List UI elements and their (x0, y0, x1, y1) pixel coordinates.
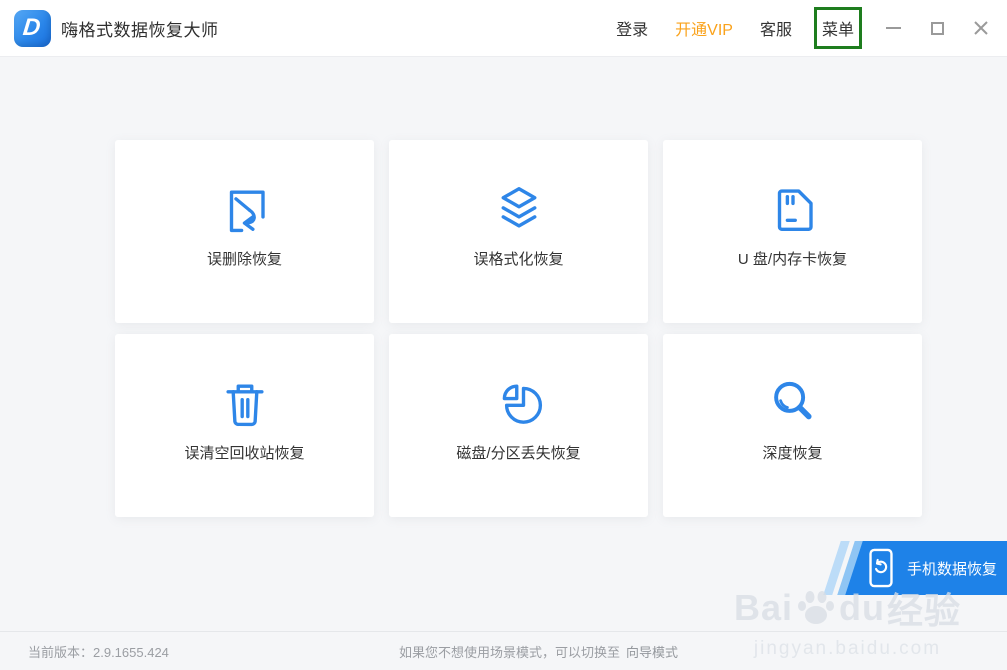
support-link[interactable]: 客服 (760, 16, 792, 40)
card-deep-recovery[interactable]: 深度恢复 (663, 334, 922, 517)
wizard-mode-link[interactable]: 向导模式 (626, 645, 678, 660)
phone-recovery-banner[interactable]: 手机数据恢复 (823, 541, 1007, 595)
maximize-button[interactable] (927, 18, 947, 38)
login-link[interactable]: 登录 (616, 16, 648, 40)
card-label: 误删除恢复 (206, 251, 282, 268)
title-bar: D 嗨格式数据恢复大师 登录 开通VIP 客服 菜单 (0, 0, 1007, 57)
mode-hint: 如果您不想使用场景模式，可以切换至 向导模式 (329, 642, 678, 661)
deep-recovery-icon (773, 381, 812, 420)
card-disk-partition-recovery[interactable]: 磁盘/分区丢失恢复 (389, 334, 648, 517)
vip-link[interactable]: 开通VIP (675, 16, 733, 40)
watermark-text: Bai (733, 587, 793, 628)
app-window: D 嗨格式数据恢复大师 登录 开通VIP 客服 菜单 误删除恢复 误格式化恢复 … (0, 0, 1007, 670)
version-label: 当前版本：2.9.1655.424 (28, 644, 169, 660)
app-logo-icon: D (14, 9, 51, 47)
main-area: 误删除恢复 误格式化恢复 U 盘/内存卡恢复 误清空回收站恢复 磁盘/分区丢失恢… (0, 57, 1007, 659)
card-label: 深度恢复 (762, 445, 823, 462)
card-label: 误格式化恢复 (473, 251, 564, 268)
card-format-recovery[interactable]: 误格式化恢复 (389, 140, 648, 323)
status-bar: 当前版本：2.9.1655.424 如果您不想使用场景模式，可以切换至 向导模式 (0, 631, 1007, 670)
window-controls (883, 18, 991, 38)
format-recovery-icon (501, 187, 536, 228)
card-label: 误清空回收站恢复 (184, 445, 305, 462)
recycle-bin-recovery-icon (225, 384, 264, 427)
close-button[interactable] (971, 18, 991, 38)
card-usb-sdcard-recovery[interactable]: U 盘/内存卡恢复 (663, 140, 922, 323)
phone-recovery-icon (869, 548, 893, 588)
mode-hint-text: 如果您不想使用场景模式，可以切换至 (398, 644, 620, 660)
card-undelete-recovery[interactable]: 误删除恢复 (115, 140, 374, 323)
app-title: 嗨格式数据恢复大师 (61, 20, 219, 40)
card-label: U 盘/内存卡恢复 (737, 251, 848, 268)
header-nav: 登录 开通VIP 客服 菜单 (616, 7, 862, 49)
menu-button[interactable]: 菜单 (813, 7, 862, 49)
banner-label: 手机数据恢复 (907, 560, 998, 578)
minimize-icon (885, 27, 901, 29)
usb-sdcard-recovery-icon (777, 189, 813, 231)
minimize-button[interactable] (883, 18, 903, 38)
card-label: 磁盘/分区丢失恢复 (456, 445, 581, 462)
disk-partition-recovery-icon (502, 384, 542, 424)
maximize-icon (930, 21, 944, 35)
logo-letter: D (21, 14, 42, 41)
scene-card-grid: 误删除恢复 误格式化恢复 U 盘/内存卡恢复 误清空回收站恢复 磁盘/分区丢失恢… (115, 140, 923, 517)
undelete-recovery-icon (229, 190, 265, 233)
card-recycle-bin-recovery[interactable]: 误清空回收站恢复 (115, 334, 374, 517)
close-icon (974, 21, 988, 35)
